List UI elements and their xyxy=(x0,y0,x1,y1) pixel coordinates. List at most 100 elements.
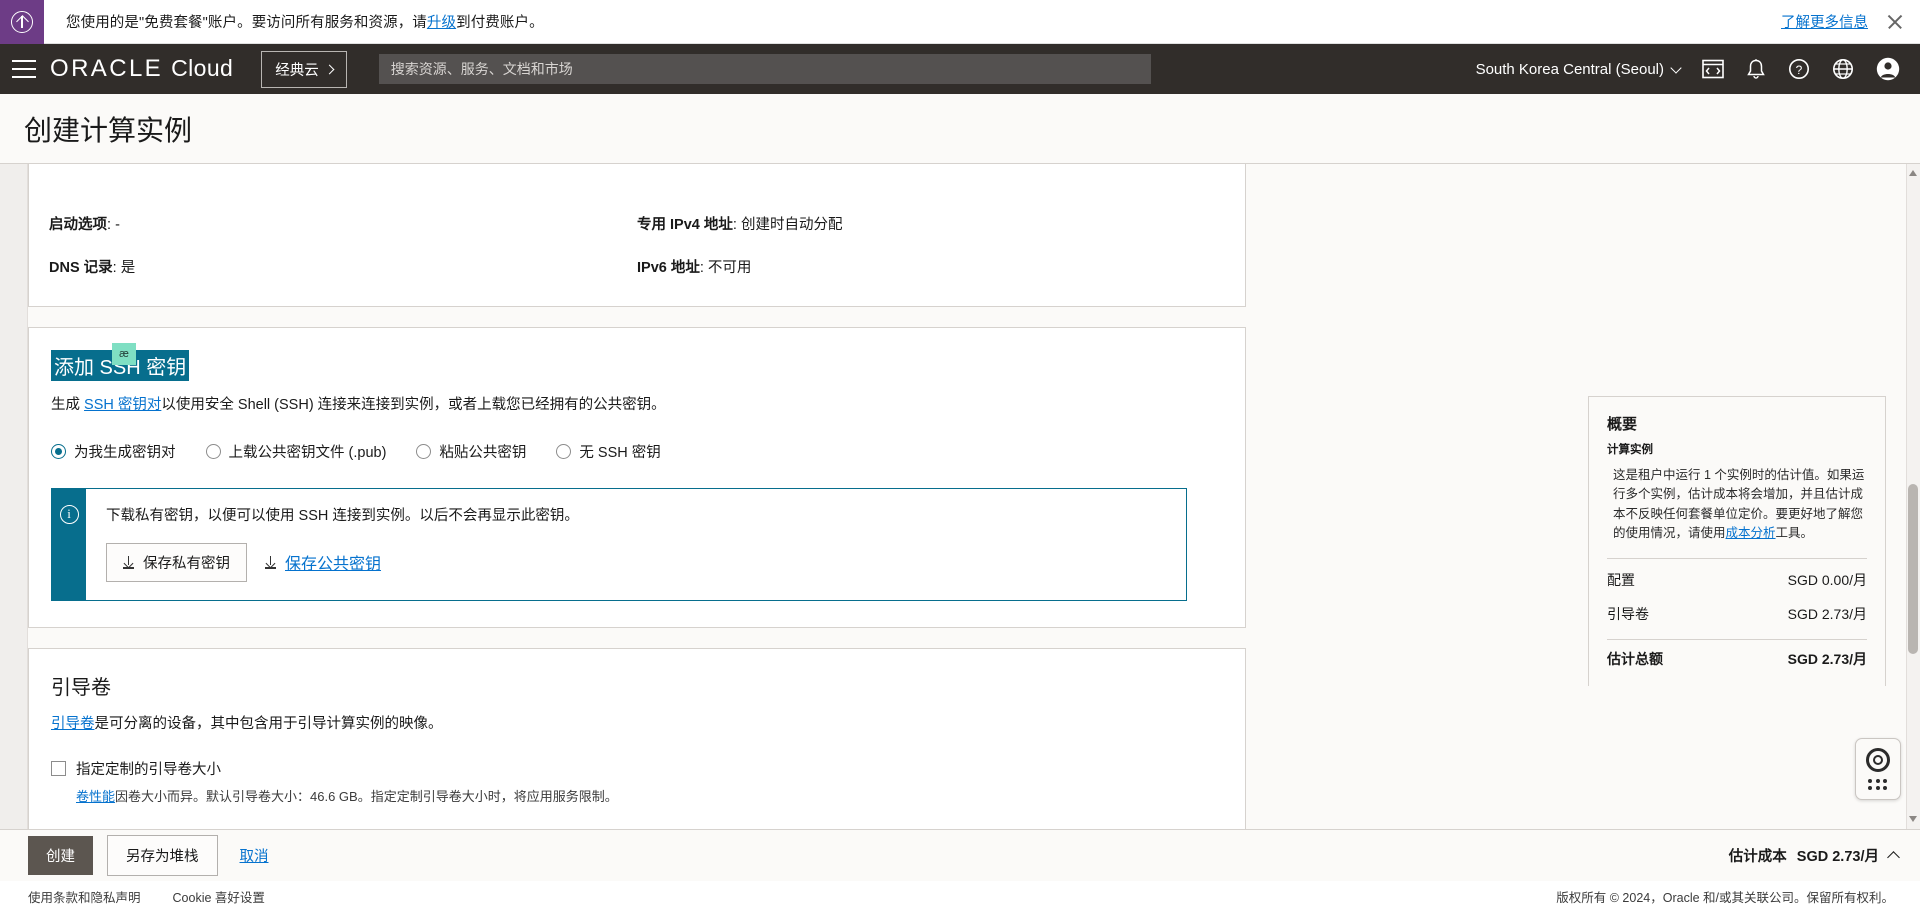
user-avatar-icon[interactable] xyxy=(1876,57,1900,81)
ssh-keypair-link[interactable]: SSH 密钥对 xyxy=(84,397,161,413)
summary-row-label: 引导卷 xyxy=(1607,605,1649,622)
region-selector[interactable]: South Korea Central (Seoul) xyxy=(1476,61,1682,78)
bottom-action-bar: 创建 另存为堆栈 取消 估计成本 SGD 2.73/月 xyxy=(0,829,1920,881)
banner-actions: 了解更多信息 xyxy=(1781,11,1920,32)
cookie-preferences-link[interactable]: Cookie 喜好设置 xyxy=(173,887,265,906)
ssh-option-label: 为我生成密钥对 xyxy=(74,444,176,461)
ssh-option-generate[interactable]: 为我生成密钥对 xyxy=(51,441,176,462)
learn-more-link[interactable]: 了解更多信息 xyxy=(1781,11,1868,32)
boot-volume-link[interactable]: 引导卷 xyxy=(51,716,95,732)
save-public-key-link[interactable]: 保存公共密钥 xyxy=(265,550,381,574)
radio-icon[interactable] xyxy=(51,443,66,459)
svg-text:?: ? xyxy=(1796,63,1803,77)
lifebuoy-icon xyxy=(1866,748,1890,773)
terms-privacy-link[interactable]: 使用条款和隐私声明 xyxy=(28,887,141,906)
summary-title: 概要 xyxy=(1607,416,1638,433)
save-as-stack-button[interactable]: 另存为堆栈 xyxy=(107,835,218,876)
detail-value: 是 xyxy=(120,260,136,276)
callout-actions: 保存私有密钥 保存公共密钥 xyxy=(106,542,579,582)
ssh-option-label: 无 SSH 密钥 xyxy=(579,444,661,461)
summary-desc-suffix: 工具。 xyxy=(1775,526,1814,541)
ssh-section-description: 生成 SSH 密钥对以使用安全 Shell (SSH) 连接来连接到实例，或者上… xyxy=(51,395,1223,417)
cost-analysis-link[interactable]: 成本分析 xyxy=(1726,526,1776,540)
save-private-key-label: 保存私有密钥 xyxy=(143,555,230,572)
custom-boot-size-row: 指定定制的引导卷大小 卷性能因卷大小而异。默认引导卷大小：46.6 GB。指定定… xyxy=(51,758,1223,805)
ssh-option-upload-file[interactable]: 上载公共密钥文件 (.pub) xyxy=(205,441,387,462)
estimated-cost-toggle[interactable]: 估计成本 SGD 2.73/月 xyxy=(1729,845,1920,866)
banner-text-before: 您使用的是"免费套餐"账户。要访问所有服务和资源，请 xyxy=(66,15,427,31)
hamburger-icon[interactable] xyxy=(12,60,36,78)
callout-body: 下载私有密钥，以便可以使用 SSH 连接到实例。以后不会再显示此密钥。 保存私有… xyxy=(86,489,597,600)
detail-label: 专用 IPv4 地址 xyxy=(637,217,733,233)
detail-label: DNS 记录 xyxy=(49,260,113,276)
topnav-right-cluster: South Korea Central (Seoul) ? xyxy=(1476,57,1920,81)
detail-value: - xyxy=(115,217,120,233)
scroll-up-arrow-icon[interactable] xyxy=(1909,170,1917,176)
ssh-option-paste-key[interactable]: 粘贴公共密钥 xyxy=(416,441,526,462)
info-icon: i xyxy=(59,504,79,524)
page-title: 创建计算实例 xyxy=(24,114,193,146)
details-columns: 启动选项: - DNS 记录: 是 专用 IPv4 地址: 创建时自动分配 IP… xyxy=(29,164,1245,288)
custom-boot-size-label: 指定定制的引导卷大小 xyxy=(76,761,221,778)
help-question-icon[interactable]: ? xyxy=(1788,58,1810,80)
ime-candidate-chip: æ xyxy=(112,343,136,365)
content-column: 启动选项: - DNS 记录: 是 专用 IPv4 地址: 创建时自动分配 IP… xyxy=(28,164,1246,829)
upgrade-arrow-icon xyxy=(11,10,33,33)
summary-row-shape: 配置 SGD 0.00/月 xyxy=(1607,563,1867,597)
summary-description: 这是租户中运行 1 个实例时的估计值。如果运行多个实例，估计成本将会增加，并且估… xyxy=(1607,466,1867,544)
brand-cloud: Cloud xyxy=(171,55,234,81)
search-input[interactable] xyxy=(378,54,1151,84)
boot-volume-body: 引导卷 引导卷是可分离的设备，其中包含用于引导计算实例的映像。 指定定制的引导卷… xyxy=(29,649,1245,829)
ssh-option-label: 上载公共密钥文件 (.pub) xyxy=(228,444,387,461)
ssh-key-body: 添加 SSH 密钥 生成 SSH 密钥对以使用安全 Shell (SSH) 连接… xyxy=(29,328,1245,627)
radio-icon[interactable] xyxy=(205,443,221,459)
brand-oracle: ORACLE xyxy=(50,55,164,82)
left-rail xyxy=(0,164,28,829)
banner-message: 您使用的是"免费套餐"账户。要访问所有服务和资源，请升级到付费账户。 xyxy=(66,11,544,32)
scroll-down-arrow-icon[interactable] xyxy=(1909,816,1917,822)
custom-boot-size-note-rest: 因卷大小而异。默认引导卷大小：46.6 GB。指定定制引导卷大小时，将应用服务限… xyxy=(115,788,618,804)
custom-boot-size-checkbox[interactable]: 指定定制的引导卷大小 xyxy=(51,758,1223,779)
classic-cloud-label: 经典云 xyxy=(275,62,319,79)
banner-accent xyxy=(0,0,44,44)
summary-row-boot-volume: 引导卷 SGD 2.73/月 xyxy=(1607,597,1867,631)
banner-text-after: 到付费账户。 xyxy=(456,15,544,31)
classic-cloud-button[interactable]: 经典云 xyxy=(261,50,347,88)
chevron-right-icon xyxy=(324,64,335,74)
language-globe-icon[interactable] xyxy=(1832,58,1854,80)
radio-icon[interactable] xyxy=(416,443,432,459)
detail-value: 创建时自动分配 xyxy=(740,217,843,233)
page-header: 创建计算实例 xyxy=(0,94,1920,164)
summary-row-value: SGD 2.73/月 xyxy=(1787,605,1867,622)
save-private-key-button[interactable]: 保存私有密钥 xyxy=(106,542,247,582)
summary-row-label: 配置 xyxy=(1607,571,1635,588)
ssh-option-no-key[interactable]: 无 SSH 密钥 xyxy=(556,441,661,462)
custom-boot-size-note: 卷性能因卷大小而异。默认引导卷大小：46.6 GB。指定定制引导卷大小时，将应用… xyxy=(76,786,1223,805)
page-footer: 使用条款和隐私声明 Cookie 喜好设置 版权所有 © 2024，Oracle… xyxy=(0,881,1920,911)
ssh-option-label: 粘贴公共密钥 xyxy=(439,444,527,461)
notifications-bell-icon[interactable] xyxy=(1746,58,1766,80)
ssh-desc-prefix: 生成 xyxy=(51,397,85,413)
detail-label: 启动选项 xyxy=(49,217,107,233)
oracle-cloud-logo[interactable]: ORACLE Cloud xyxy=(50,55,233,83)
download-icon xyxy=(265,555,276,569)
scrollbar-thumb[interactable] xyxy=(1908,484,1918,654)
cancel-button[interactable]: 取消 xyxy=(240,845,269,866)
cloud-shell-icon[interactable] xyxy=(1702,59,1724,79)
chevron-down-icon xyxy=(1670,61,1682,74)
detail-value: 不可用 xyxy=(707,260,752,276)
summary-subtitle: 计算实例 xyxy=(1607,444,1653,456)
copyright-text: 版权所有 © 2024，Oracle 和/或其关联公司。保留所有权利。 xyxy=(1556,890,1894,905)
vertical-scrollbar[interactable] xyxy=(1906,164,1920,829)
detail-label: IPv6 地址 xyxy=(637,260,700,276)
help-floating-widget[interactable] xyxy=(1855,738,1901,800)
checkbox-icon[interactable] xyxy=(51,760,66,776)
close-icon[interactable] xyxy=(1886,13,1904,31)
download-icon xyxy=(123,555,134,569)
volume-performance-link[interactable]: 卷性能 xyxy=(76,789,115,804)
radio-icon[interactable] xyxy=(556,443,572,459)
upgrade-link[interactable]: 升级 xyxy=(427,15,456,31)
create-button[interactable]: 创建 xyxy=(28,836,93,875)
ssh-key-card: 添加 SSH 密钥 生成 SSH 密钥对以使用安全 Shell (SSH) 连接… xyxy=(28,327,1246,628)
chevron-up-icon xyxy=(1887,851,1900,864)
